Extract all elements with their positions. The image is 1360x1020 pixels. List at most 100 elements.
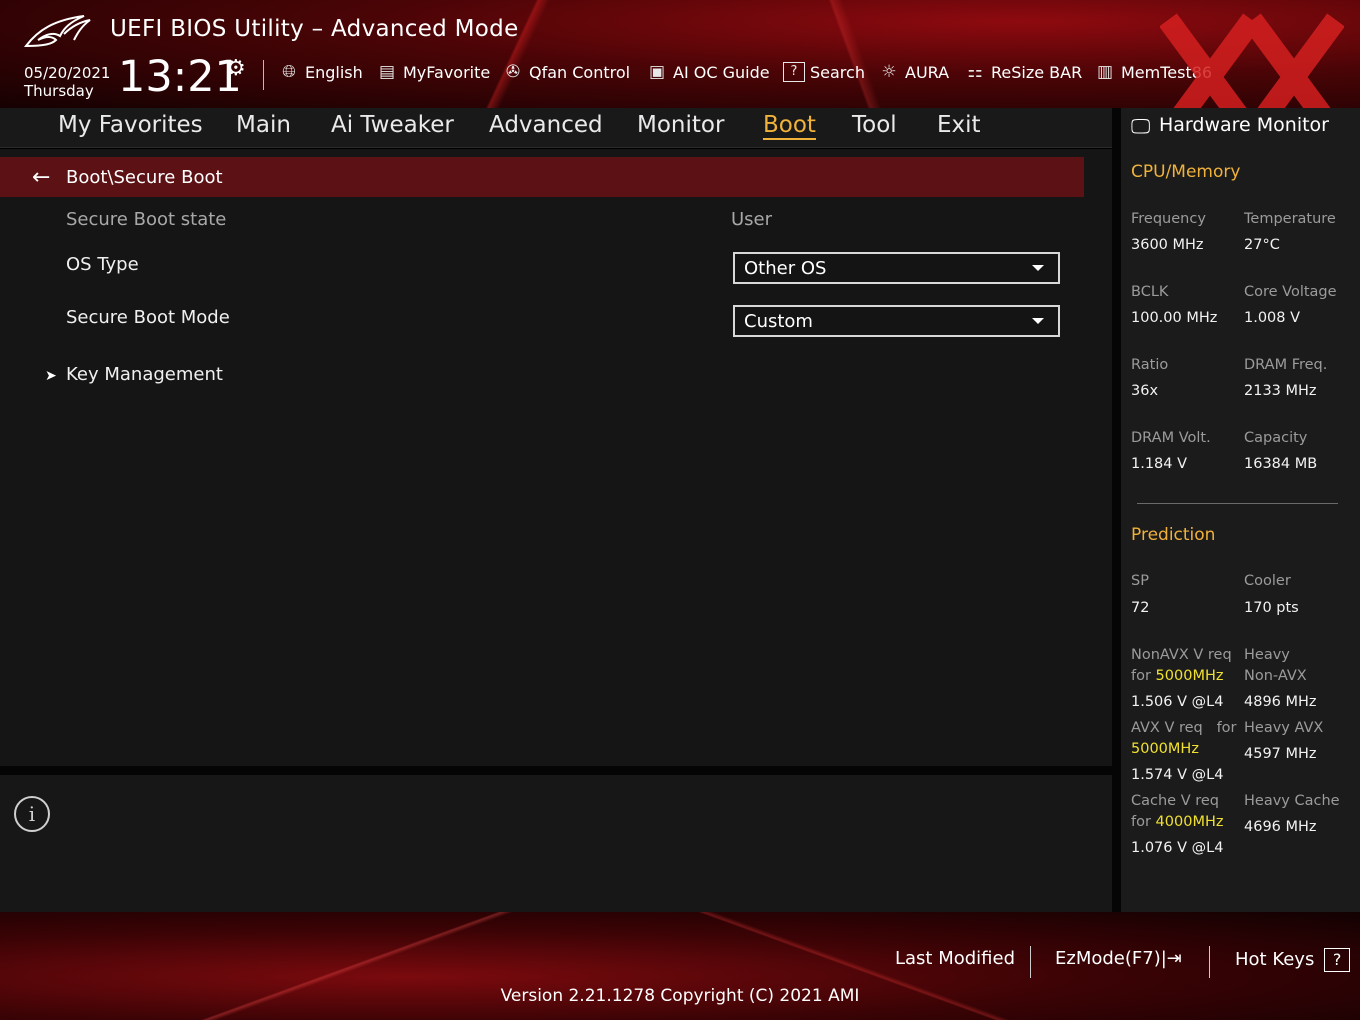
secure-boot-state-label: Secure Boot state [66,209,227,230]
tab-advanced[interactable]: Advanced [489,112,603,138]
toolbar-search-label: Search [810,62,865,82]
key-management-submenu[interactable]: Key Management [66,364,223,385]
toolbar-resize-bar-button[interactable]: ⚏ ReSize BAR [964,62,1082,82]
core-voltage-value: 1.008 V [1244,310,1301,326]
nonavx-voltage-value: 1.506 V @L4 [1131,694,1224,710]
secure-boot-mode-selected-value: Custom [744,310,813,332]
last-modified-button[interactable]: Last Modified [895,948,1015,969]
day-display: Thursday [24,82,94,100]
nonavx-req-label: NonAVX V req [1131,647,1232,663]
panel-divider [0,766,1112,775]
hardware-monitor-divider-line [1137,503,1338,504]
cache-req-label: Cache V req [1131,793,1219,809]
exit-arrow-icon: ⇥ [1166,948,1182,969]
cache-voltage-value: 1.076 V @L4 [1131,840,1224,856]
rog-logo-icon [24,15,91,48]
ezmode-button[interactable]: EzMode(F7)|⇥ [1055,948,1182,969]
submenu-arrow-icon: ➤ [45,368,57,384]
monitor-icon: 🖵︎ [1131,114,1151,138]
toolbar-search-button[interactable]: ? Search [783,62,865,82]
breadcrumb-path: Boot\Secure Boot [66,166,223,188]
avx-req-label: AVX V req for [1131,720,1237,736]
heavy-cache-label: Heavy Cache [1244,793,1340,809]
cpu-memory-section-title: CPU/Memory [1131,162,1241,182]
ratio-value: 36x [1131,383,1159,399]
cache-req-for-line: for 4000MHz [1131,814,1223,830]
main-tabs: My Favorites Main Ai Tweaker Advanced Mo… [0,108,1112,148]
ratio-label: Ratio [1131,357,1169,373]
cache-for-label: for [1131,814,1151,830]
prediction-section-title: Prediction [1131,525,1216,545]
nonavx-req-for-line: for 5000MHz [1131,668,1223,684]
settings-panel: ← Boot\Secure Boot Secure Boot state Use… [0,149,1112,766]
tab-exit[interactable]: Exit [937,112,981,138]
bclk-value: 100.00 MHz [1131,310,1218,326]
tab-my-favorites[interactable]: My Favorites [58,112,203,138]
sp-value: 72 [1131,600,1150,616]
hardware-monitor-title: Hardware Monitor [1159,114,1329,136]
avx-voltage-value: 1.574 V @L4 [1131,767,1224,783]
heavy-nonavx-value: 4896 MHz [1244,694,1317,710]
help-info-panel: i [0,775,1112,912]
chevron-down-icon [1032,265,1044,271]
heavy-cache-value: 4696 MHz [1244,819,1317,835]
dram-volt-value: 1.184 V [1131,456,1188,472]
memory-icon: ▥ [1096,62,1114,82]
frequency-label: Frequency [1131,211,1206,227]
nonavx-for-label: for [1131,668,1151,684]
tab-monitor[interactable]: Monitor [637,112,724,138]
hardware-monitor-divider [1112,108,1121,912]
nonavx-target-frequency: 5000MHz [1155,668,1224,684]
heavy-avx-value: 4597 MHz [1244,746,1317,762]
breadcrumb: ← Boot\Secure Boot [0,157,1084,197]
heavy-avx-label: Heavy AVX [1244,720,1324,736]
core-voltage-label: Core Voltage [1244,284,1337,300]
aura-light-icon: ☼ [881,62,897,82]
globe-icon: 🌐︎ [282,62,296,82]
toolbar-myfavorite-button[interactable]: ▤ MyFavorite [376,62,490,82]
os-type-selected-value: Other OS [744,257,827,279]
avx-for-label: for [1216,720,1237,736]
chip-icon: ▣ [648,62,666,82]
toolbar-qfan-label: Qfan Control [529,62,631,82]
dram-freq-value: 2133 MHz [1244,383,1317,399]
tab-tool[interactable]: Tool [852,112,897,138]
heavy-nonavx-label-line1: Heavy [1244,647,1290,663]
help-search-icon: ? [783,62,805,82]
temperature-label: Temperature [1244,211,1336,227]
question-icon: ? [1324,948,1351,972]
toolbar-ai-oc-guide-label: AI OC Guide [673,62,770,82]
avx-req-label-text: AVX V req [1131,720,1203,736]
ezmode-label: EzMode(F7)| [1055,948,1167,969]
tab-ai-tweaker[interactable]: Ai Tweaker [331,112,454,138]
back-arrow-icon[interactable]: ← [32,165,56,190]
os-type-label: OS Type [66,254,139,275]
toolbar-myfavorite-label: MyFavorite [403,62,491,82]
toolbar-qfan-button[interactable]: ✇ Qfan Control [502,62,630,82]
frequency-value: 3600 MHz [1131,237,1204,253]
secure-boot-mode-label: Secure Boot Mode [66,307,230,328]
dram-freq-label: DRAM Freq. [1244,357,1328,373]
tab-boot[interactable]: Boot [763,112,816,140]
clock-display: 13:21 [118,52,242,102]
toolbar-language-button[interactable]: 🌐︎ English [278,62,363,82]
fan-icon: ✇ [505,62,521,82]
tab-main[interactable]: Main [236,112,291,138]
resize-bar-icon: ⚏ [967,62,983,82]
bclk-label: BCLK [1131,284,1169,300]
cache-target-frequency: 4000MHz [1155,814,1224,830]
favorite-list-icon: ▤ [378,62,396,82]
secure-boot-mode-select[interactable]: Custom [733,305,1060,337]
hot-keys-label: Hot Keys [1235,949,1315,970]
info-icon: i [14,796,50,832]
capacity-value: 16384 MB [1244,456,1318,472]
toolbar-aura-button[interactable]: ☼ AURA [878,62,949,82]
heavy-nonavx-label-line2: Non-AVX [1244,668,1307,684]
os-type-select[interactable]: Other OS [733,252,1060,284]
hot-keys-button[interactable]: Hot Keys ? [1235,948,1351,972]
clock-settings-gear-icon[interactable]: ⚙ [226,56,246,81]
toolbar-ai-oc-guide-button[interactable]: ▣ AI OC Guide [646,62,770,82]
cooler-label: Cooler [1244,573,1291,589]
capacity-label: Capacity [1244,430,1308,446]
secure-boot-state-value: User [731,209,773,230]
